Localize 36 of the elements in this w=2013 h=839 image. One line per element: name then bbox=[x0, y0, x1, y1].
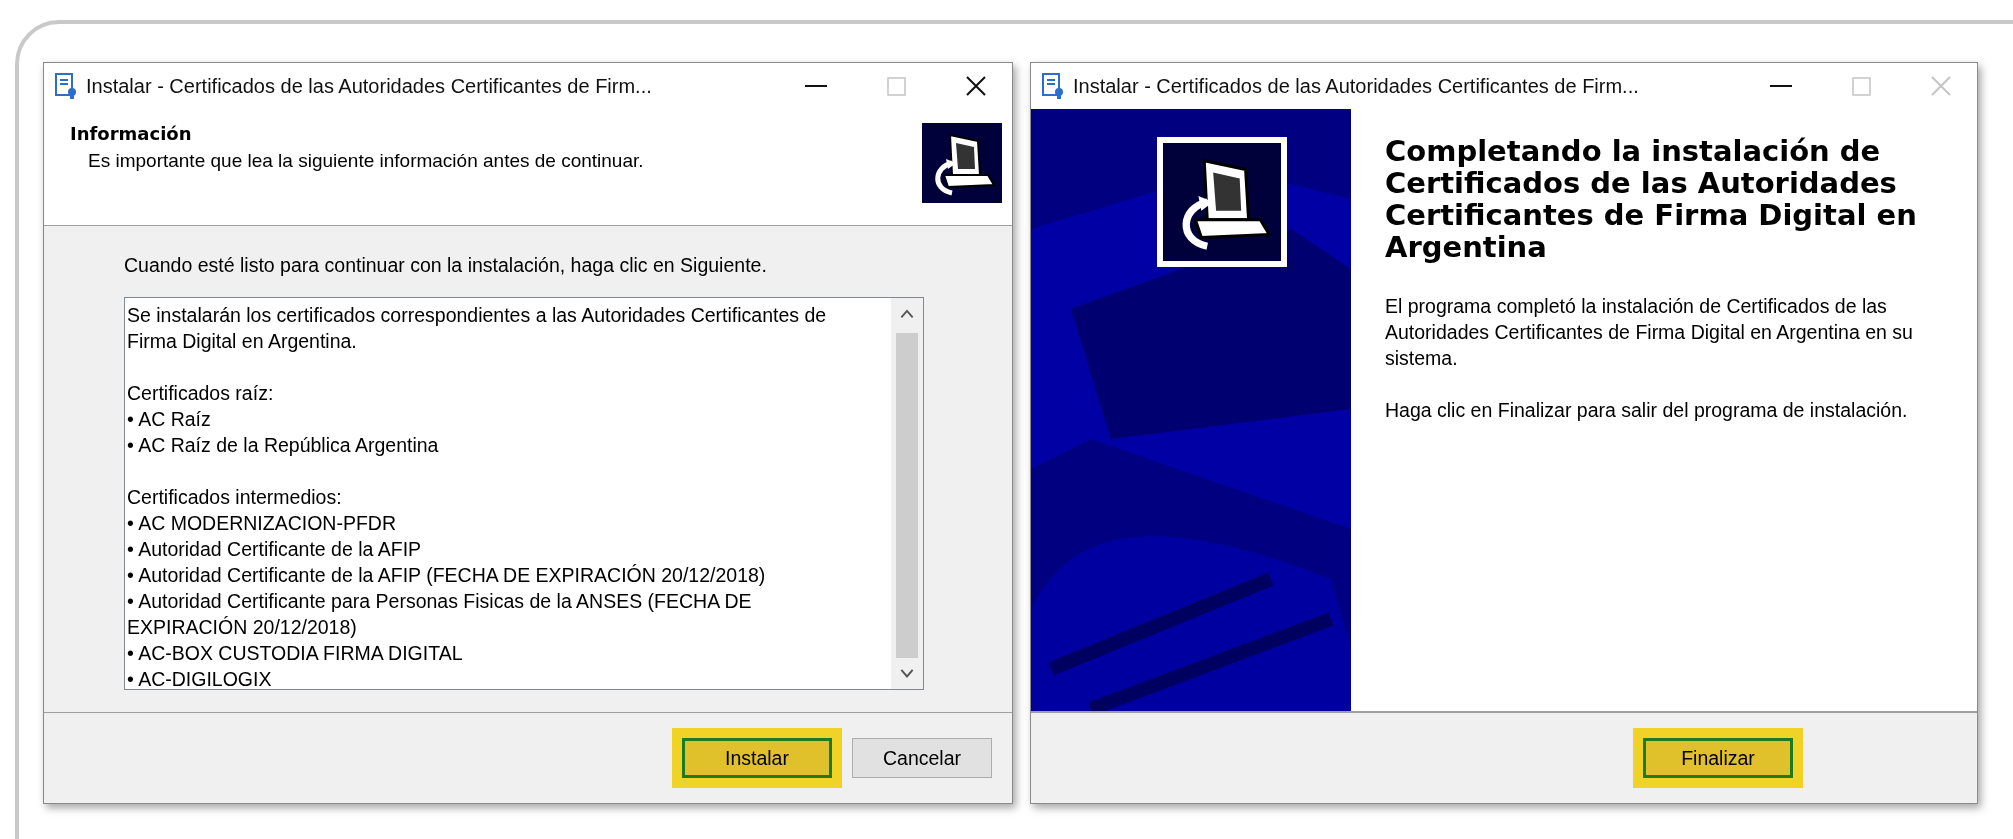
document-icon bbox=[1041, 73, 1065, 99]
memo-line: • AC Raíz bbox=[127, 407, 212, 432]
memo-line: Certificados raíz: bbox=[127, 381, 275, 406]
computer-icon bbox=[922, 123, 1002, 203]
memo-line: Firma Digital en Argentina. bbox=[127, 329, 358, 354]
close-icon bbox=[964, 76, 988, 96]
close-icon bbox=[1929, 76, 1953, 96]
document-icon bbox=[54, 73, 78, 99]
maximize-icon bbox=[884, 76, 908, 96]
page-subtitle: Es importante que lea la siguiente información antes de continuar. bbox=[87, 150, 644, 172]
completion-text: Haga clic en Finalizar para salir del programa de instalación. bbox=[1385, 398, 1909, 423]
memo-line: • Autoridad Certificante de la AFIP bbox=[127, 537, 423, 562]
memo-line: EXPIRACIÓN 20/12/2018) bbox=[127, 615, 358, 640]
page-title: Información bbox=[70, 123, 193, 144]
memo-line: • Autoridad Certificante de la AFIP (FECHA DE EXPIRACIÓN 20/12/2018) bbox=[127, 563, 767, 588]
scroll-up-icon[interactable] bbox=[899, 308, 915, 320]
memo-line: Certificados intermedios: bbox=[127, 485, 343, 510]
completion-heading: Completando la instalación de Certificados de las Autoridades Certificantes de Firma Digital en Argentina bbox=[1385, 135, 1918, 263]
scrollbar[interactable] bbox=[891, 298, 923, 689]
memo-line: • AC-DIGILOGIX bbox=[127, 667, 273, 689]
window-title: Instalar - Certificados de las Autoridades Certificantes de Firm... bbox=[86, 74, 653, 98]
instruction-text: Cuando esté listo para continuar con la instalación, haga clic en Siguiente. bbox=[124, 254, 768, 277]
memo-line: • AC MODERNIZACION-PFDR bbox=[127, 511, 397, 536]
minimize-icon bbox=[805, 85, 827, 87]
cancel-button[interactable]: Cancelar bbox=[852, 738, 992, 778]
memo-line: • Autoridad Certificante para Personas Fisicas de la ANSES (FECHA DE bbox=[127, 589, 753, 614]
memo-line: • AC-BOX CUSTODIA FIRMA DIGITAL bbox=[127, 641, 464, 666]
memo-line: Se instalarán los certificados correspondientes a las Autoridades Certificantes de bbox=[127, 303, 828, 328]
scroll-thumb[interactable] bbox=[896, 333, 918, 658]
window-title: Instalar - Certificados de las Autoridades Certificantes de Firm... bbox=[1073, 74, 1640, 98]
memo-line: • AC Raíz de la República Argentina bbox=[127, 433, 440, 458]
minimize-icon bbox=[1770, 85, 1792, 87]
maximize-icon bbox=[1849, 76, 1873, 96]
completion-text: El programa completó la instalación de Certificados de las Autoridades Certificantes de Firma Digital en Argentina en su sistema. bbox=[1385, 294, 1914, 371]
computer-icon bbox=[1157, 137, 1287, 267]
scroll-down-icon[interactable] bbox=[899, 667, 915, 679]
